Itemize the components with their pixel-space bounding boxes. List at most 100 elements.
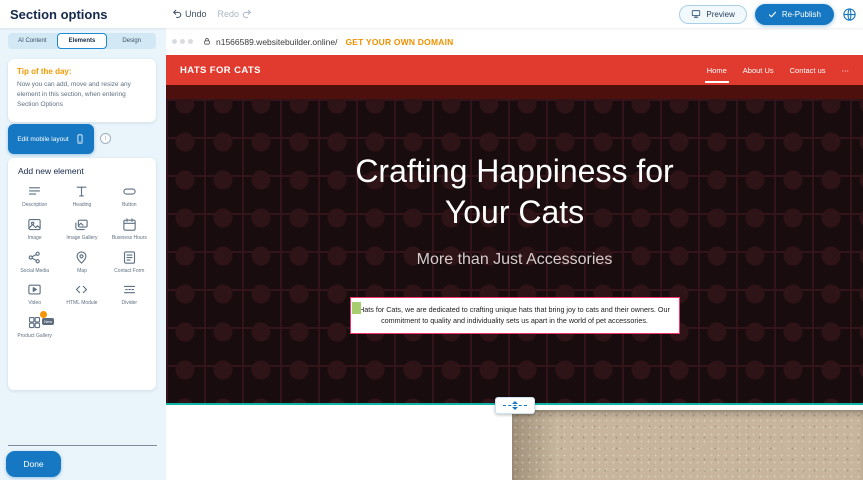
preview-browser-bar: n1566589.websitebuilder.online/ GET YOUR… <box>166 28 863 55</box>
edit-mobile-layout-button[interactable]: Edit mobile layout <box>8 124 94 154</box>
sidebar-divider <box>8 445 157 446</box>
element-option-video[interactable]: Video <box>11 282 58 307</box>
preview-label: Preview <box>706 10 734 19</box>
hero-title[interactable]: Crafting Happiness for Your Cats <box>342 151 687 233</box>
add-element-title: Add new element <box>18 166 153 176</box>
element-option-product-gallery[interactable]: New Product Gallery <box>11 315 58 340</box>
undo-redo-group: Undo Redo <box>172 0 252 28</box>
video-icon <box>27 282 42 297</box>
hero-content: Crafting Happiness for Your Cats More th… <box>166 85 863 405</box>
edit-mobile-label: Edit mobile layout <box>17 136 68 143</box>
element-option-label: Heading <box>73 202 92 209</box>
lock-icon <box>203 37 211 46</box>
element-option-label: Business Hours <box>112 235 147 242</box>
selected-text-element[interactable]: Hats for Cats, we are dedicated to craft… <box>350 297 680 334</box>
tip-heading: Tip of the day: <box>17 67 147 76</box>
element-option-divider[interactable]: Divider <box>106 282 153 307</box>
sidebar-tabs: AI Content Elements Design <box>8 33 156 49</box>
page-title: Section options <box>10 7 108 22</box>
element-option-html-module[interactable]: HTML Module <box>58 282 105 307</box>
element-option-label: Image Gallery <box>66 235 97 242</box>
top-toolbar: Section options Undo Redo Preview Re-Pub… <box>0 0 863 28</box>
element-option-label: HTML Module <box>66 300 97 307</box>
button-icon <box>122 184 137 199</box>
element-option-label: Contact Form <box>114 268 144 275</box>
resize-up-arrow-icon <box>512 401 518 404</box>
element-option-image[interactable]: Image <box>11 217 58 242</box>
social-media-icon <box>27 250 42 265</box>
language-globe-icon[interactable] <box>842 7 857 22</box>
element-option-business-hours[interactable]: Business Hours <box>106 217 153 242</box>
nav-contact-us[interactable]: Contact us <box>790 55 826 85</box>
hero-subtitle[interactable]: More than Just Accessories <box>417 251 613 269</box>
image-icon <box>27 217 42 232</box>
new-badge-dot <box>40 311 47 318</box>
tab-ai-content[interactable]: AI Content <box>8 33 57 49</box>
resize-dash-line <box>503 405 527 406</box>
hero-section[interactable]: Crafting Happiness for Your Cats More th… <box>166 85 863 405</box>
check-icon <box>768 10 777 19</box>
element-option-label: Social Media <box>20 268 49 275</box>
tab-design[interactable]: Design <box>107 33 156 49</box>
add-new-element-panel: Add new element Description Heading Butt… <box>8 158 156 390</box>
section-resize-handle[interactable] <box>495 397 535 414</box>
element-option-button[interactable]: Button <box>106 184 153 209</box>
element-option-label: Video <box>28 300 41 307</box>
hero-body-text: Hats for Cats, we are dedicated to craft… <box>359 305 670 326</box>
monitor-icon <box>691 9 701 19</box>
republish-button[interactable]: Re-Publish <box>755 4 834 25</box>
mobile-phone-icon <box>75 133 85 145</box>
element-option-heading[interactable]: Heading <box>58 184 105 209</box>
element-option-label: Image <box>28 235 42 242</box>
heading-icon <box>74 184 89 199</box>
topbar-actions: Preview Re-Publish <box>679 0 857 28</box>
tab-elements[interactable]: Elements <box>57 33 108 49</box>
element-option-description[interactable]: Description <box>11 184 58 209</box>
undo-label: Undo <box>185 9 207 19</box>
element-grid: Description Heading Button Image Image G… <box>11 184 153 340</box>
undo-button[interactable]: Undo <box>172 9 207 19</box>
map-icon <box>74 250 89 265</box>
site-logo[interactable]: HATS FOR CATS <box>180 65 261 76</box>
site-preview-area: n1566589.websitebuilder.online/ GET YOUR… <box>166 28 863 480</box>
republish-label: Re-Publish <box>782 10 821 19</box>
info-icon[interactable]: i <box>100 133 111 144</box>
tip-of-the-day-card: Tip of the day: Now you can add, move an… <box>8 59 156 122</box>
get-your-own-domain-link[interactable]: GET YOUR OWN DOMAIN <box>345 37 453 47</box>
divider-icon <box>122 282 137 297</box>
redo-button[interactable]: Redo <box>218 9 253 19</box>
tip-body: Now you can add, move and resize any ele… <box>17 80 147 110</box>
redo-icon <box>242 9 252 19</box>
element-option-label: Divider <box>122 300 138 307</box>
resize-down-arrow-icon <box>512 407 518 410</box>
site-header: HATS FOR CATS Home About Us Contact us ⋯ <box>166 55 863 85</box>
redo-label: Redo <box>218 9 240 19</box>
undo-icon <box>172 9 182 19</box>
nav-about-us[interactable]: About Us <box>743 55 774 85</box>
site-nav: Home About Us Contact us ⋯ <box>707 55 849 85</box>
html-module-icon <box>74 282 89 297</box>
image-gallery-icon <box>74 217 89 232</box>
product-gallery-icon: New <box>27 315 42 330</box>
business-hours-icon <box>122 217 137 232</box>
done-button[interactable]: Done <box>6 451 61 477</box>
element-option-label: Description <box>22 202 47 209</box>
nav-home[interactable]: Home <box>707 55 727 85</box>
element-option-label: Product Gallery <box>17 333 51 340</box>
element-option-contact-form[interactable]: Contact Form <box>106 250 153 275</box>
preview-button[interactable]: Preview <box>679 5 746 24</box>
description-icon <box>27 184 42 199</box>
next-section-image[interactable] <box>512 410 863 480</box>
element-option-social-media[interactable]: Social Media <box>11 250 58 275</box>
element-option-map[interactable]: Map <box>58 250 105 275</box>
nav-more-menu[interactable]: ⋯ <box>842 55 850 85</box>
element-option-label: Button <box>122 202 136 209</box>
window-dots <box>172 39 193 44</box>
section-options-sidebar: AI Content Elements Design Tip of the da… <box>0 28 166 480</box>
element-drag-handle[interactable] <box>352 302 361 314</box>
contact-form-icon <box>122 250 137 265</box>
element-option-label: Map <box>77 268 87 275</box>
site-url: n1566589.websitebuilder.online/ <box>216 37 337 47</box>
element-option-image-gallery[interactable]: Image Gallery <box>58 217 105 242</box>
new-badge: New <box>42 318 54 325</box>
